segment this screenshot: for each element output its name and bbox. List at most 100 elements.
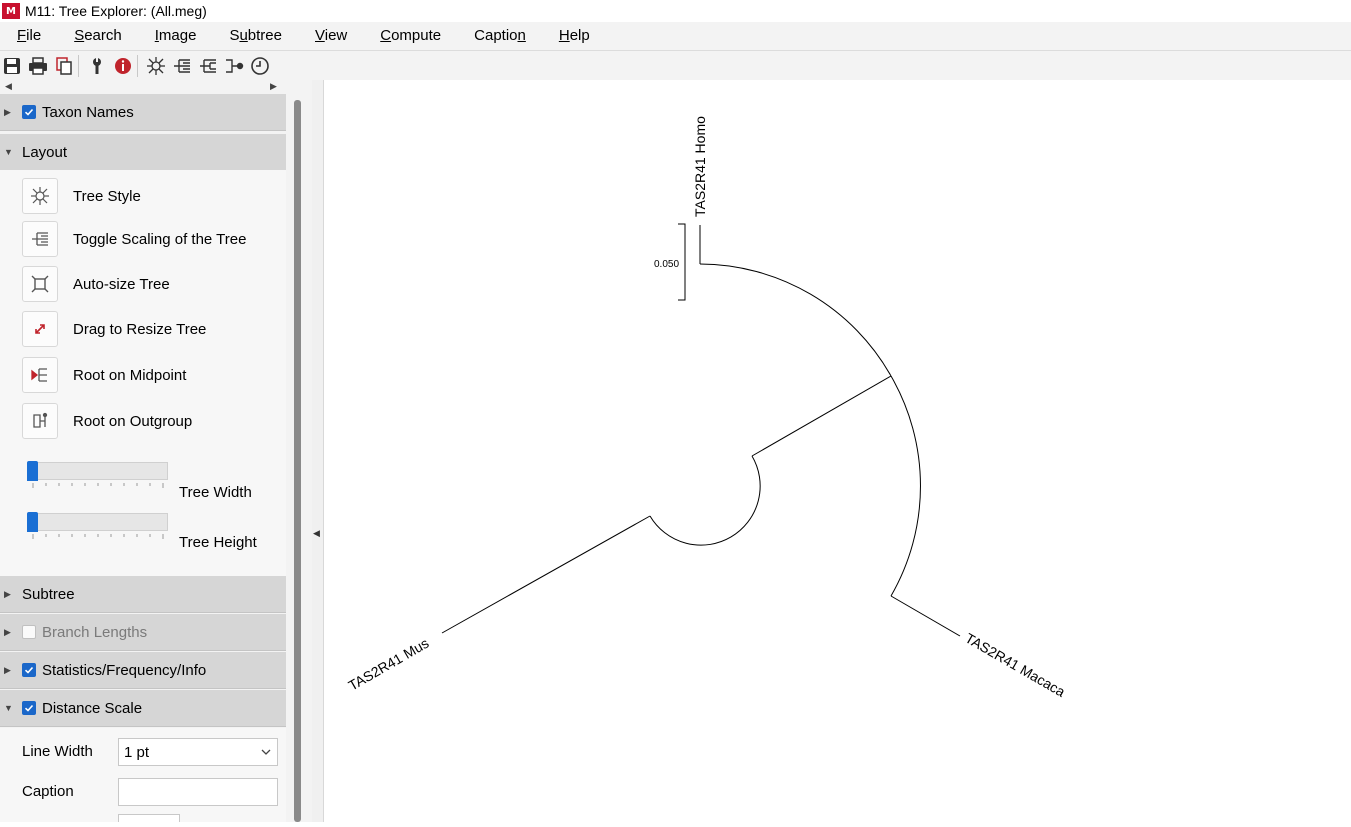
info-icon[interactable]	[112, 55, 134, 77]
menu-compute-label-post: ompute	[391, 27, 442, 44]
layout-label: Layout	[22, 143, 68, 161]
app-logo-icon: M	[2, 3, 20, 19]
section-statistics[interactable]: ▶ Statistics/Frequency/Info	[0, 652, 286, 689]
taxon-label-homo[interactable]: TAS2R41 Homo	[692, 116, 708, 217]
menu-image-label-post: mage	[158, 27, 197, 44]
scroll-left-icon[interactable]: ◀	[5, 81, 12, 92]
section-distance-scale[interactable]: ▼ Distance Scale	[0, 690, 286, 727]
section-branch-lengths[interactable]: ▶ Branch Lengths	[0, 614, 286, 651]
distance-scale-checkbox[interactable]	[22, 701, 36, 715]
auto-size-label: Auto-size Tree	[73, 275, 170, 293]
taxon-label-mus[interactable]: TAS2R41 Mus	[346, 635, 432, 694]
toggle-scaling-icon	[22, 221, 58, 257]
scroll-right-icon[interactable]: ▶	[270, 81, 277, 92]
menu-subtree[interactable]: Subtree	[212, 22, 298, 50]
tree-height-slider[interactable]	[27, 512, 168, 532]
tree-width-slider-thumb[interactable]	[27, 461, 38, 481]
menu-caption-label-key: n	[517, 27, 526, 44]
menu-help-label-post: elp	[569, 27, 590, 44]
clock-icon[interactable]	[249, 55, 271, 77]
mus-branch	[441, 515, 651, 634]
menu-help[interactable]: Help	[542, 22, 606, 50]
menu-compute[interactable]: Compute	[363, 22, 457, 50]
line-width-value: 1 pt	[124, 743, 150, 761]
panel-horizontal-scrollbar[interactable]: ◀ ▶	[0, 80, 286, 92]
caption-input[interactable]	[118, 778, 278, 806]
upper-clade-arc	[890, 375, 921, 597]
toggle-scaling-button[interactable]: Toggle Scaling of the Tree	[22, 221, 246, 257]
tree-style-icon[interactable]	[145, 55, 167, 77]
tree-width-label: Tree Width	[179, 484, 252, 501]
chevron-down-icon	[261, 749, 271, 755]
splitter-gutter[interactable]	[312, 80, 324, 822]
toolbar	[0, 50, 1351, 81]
line-width-label: Line Width	[22, 743, 93, 760]
title-bar: M M11: Tree Explorer: (All.meg)	[0, 0, 1351, 22]
root-midpoint-label: Root on Midpoint	[73, 366, 187, 384]
menu-caption[interactable]: Caption	[457, 22, 542, 50]
line-width-select[interactable]: 1 pt	[118, 738, 278, 766]
menu-caption-label-pre: Captio	[474, 27, 518, 44]
section-taxon-names[interactable]: ▶ Taxon Names	[0, 94, 286, 131]
menu-help-label-key: H	[558, 27, 570, 44]
collapse-panel-icon[interactable]: ◀	[313, 528, 320, 539]
scale-toggle-icon[interactable]	[171, 55, 193, 77]
toolbar-separator	[78, 55, 79, 77]
caption-label: Caption	[22, 783, 74, 800]
wrench-icon[interactable]	[86, 55, 108, 77]
root-outgroup-button[interactable]: Root on Outgroup	[22, 403, 192, 439]
menu-subtree-label-post: btree	[247, 27, 282, 44]
print-icon[interactable]	[27, 55, 49, 77]
next-field-partial[interactable]	[118, 814, 180, 822]
tree-style-label: Tree Style	[73, 187, 141, 205]
root-outgroup-label: Root on Outgroup	[73, 412, 193, 430]
menu-image[interactable]: Image	[138, 22, 213, 50]
section-layout[interactable]: ▼ Layout	[0, 134, 286, 171]
distance-scale-options: Line Width 1 pt Caption	[0, 728, 286, 822]
menu-search-label-post: earch	[84, 27, 122, 44]
toggle-scaling-label: Toggle Scaling of the Tree	[73, 230, 247, 248]
collapse-arrow-icon[interactable]: ▼	[4, 147, 14, 157]
drag-resize-button[interactable]: Drag to Resize Tree	[22, 311, 206, 347]
tree-width-slider[interactable]	[27, 461, 168, 481]
auto-size-button[interactable]: Auto-size Tree	[22, 266, 170, 302]
collapse-arrow-icon[interactable]: ▼	[4, 703, 14, 713]
root-midpoint-button[interactable]: Root on Midpoint	[22, 357, 186, 393]
statistics-checkbox[interactable]	[22, 663, 36, 677]
macaca-branch	[890, 595, 961, 637]
tree-drawing: 0.050 TAS2R41 Homo TAS2R41 Mus TAS2R41 M…	[346, 116, 1069, 700]
tree-canvas[interactable]: 0.050 TAS2R41 Homo TAS2R41 Mus TAS2R41 M…	[324, 80, 1351, 822]
tree-height-slider-thumb[interactable]	[27, 512, 38, 532]
expand-arrow-icon[interactable]: ▶	[4, 627, 14, 638]
expand-arrow-icon[interactable]: ▶	[4, 107, 14, 118]
expand-arrow-icon[interactable]: ▶	[4, 665, 14, 676]
taxon-names-label: Taxon Names	[42, 103, 134, 121]
subtree-label: Subtree	[22, 585, 75, 603]
branch-lengths-label: Branch Lengths	[42, 623, 148, 641]
menu-view[interactable]: View	[298, 22, 363, 50]
distance-scale-label: Distance Scale	[42, 699, 143, 717]
taxon-label-macaca[interactable]: TAS2R41 Macaca	[963, 630, 1069, 700]
menu-file[interactable]: File	[0, 22, 57, 50]
panel-vertical-scrollbar[interactable]	[294, 100, 301, 822]
menu-compute-label-key: C	[380, 27, 392, 44]
section-subtree[interactable]: ▶ Subtree	[0, 576, 286, 613]
menu-search[interactable]: Search	[57, 22, 138, 50]
options-panel: ◀ ▶ ▶ Taxon Names ▼ Layout Tree Style To…	[0, 80, 286, 822]
subtree-icon[interactable]	[197, 55, 219, 77]
tree-style-button[interactable]: Tree Style	[22, 178, 141, 214]
tree-height-label: Tree Height	[179, 534, 257, 551]
expand-arrow-icon[interactable]: ▶	[4, 589, 14, 600]
taxon-names-checkbox[interactable]	[22, 105, 36, 119]
menu-bar: File Search Image Subtree View Compute C…	[0, 22, 1351, 50]
menu-subtree-label-pre: S	[229, 27, 240, 44]
save-icon[interactable]	[1, 55, 23, 77]
copy-icon[interactable]	[53, 55, 75, 77]
menu-file-label-post: ile	[26, 27, 42, 44]
auto-size-icon	[22, 266, 58, 302]
root-icon[interactable]	[223, 55, 245, 77]
tree-height-ticks	[32, 534, 164, 539]
scale-bar	[678, 223, 686, 301]
drag-resize-icon	[22, 311, 58, 347]
branch-lengths-checkbox[interactable]	[22, 625, 36, 639]
